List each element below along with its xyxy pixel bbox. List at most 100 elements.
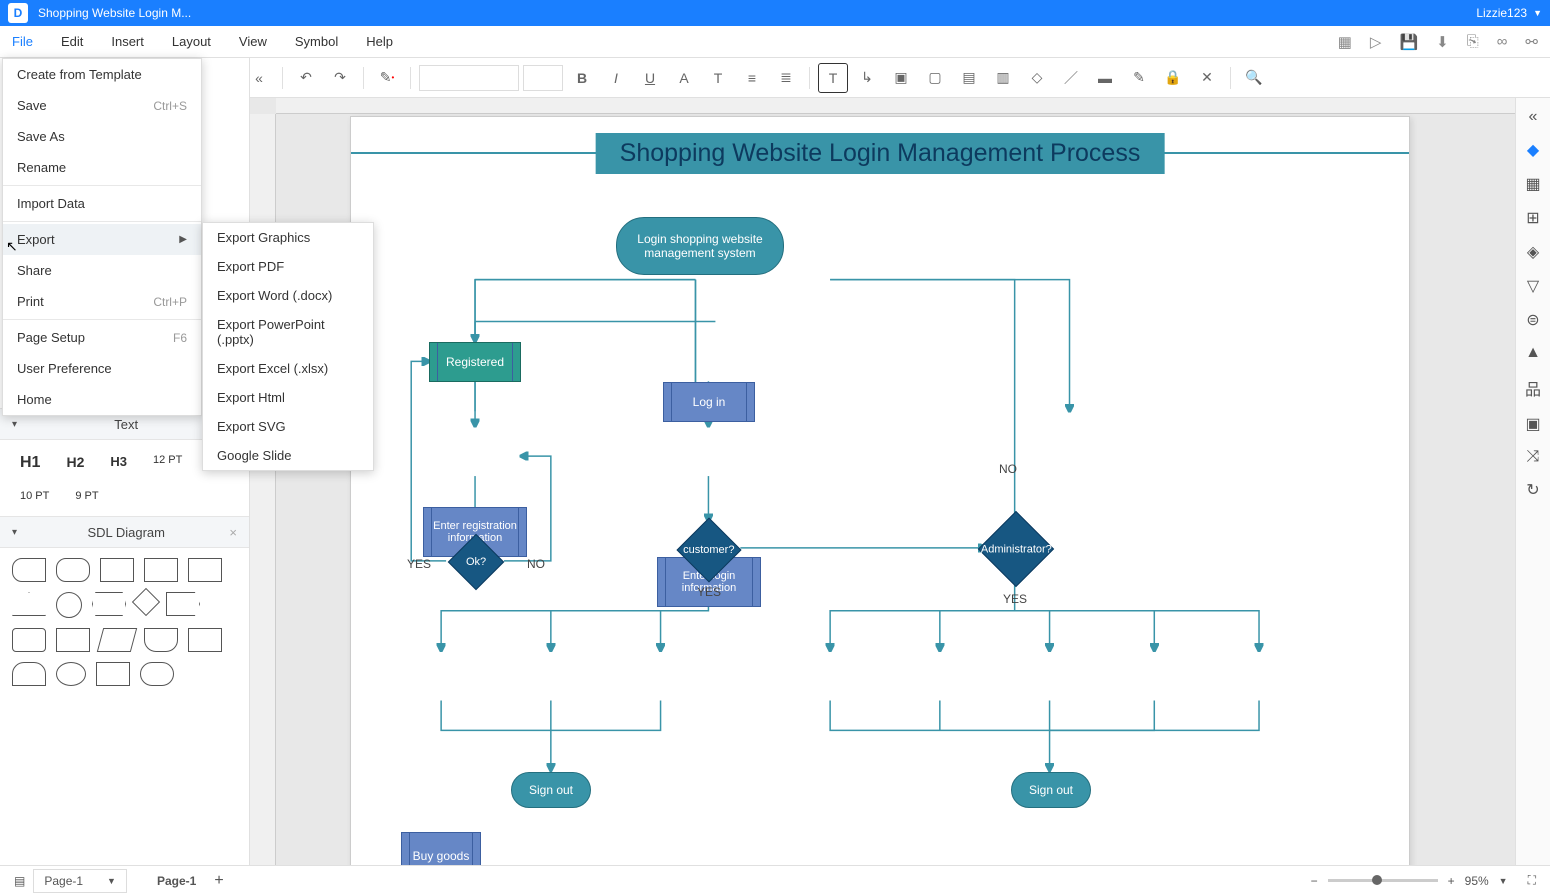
- sdl-shape[interactable]: [166, 592, 200, 616]
- zoom-out-icon[interactable]: −: [1311, 874, 1318, 888]
- active-page-tab[interactable]: Page-1: [157, 874, 196, 888]
- share-icon[interactable]: ∞: [1497, 33, 1508, 51]
- sdl-panel-header[interactable]: SDL Diagram×: [0, 516, 249, 548]
- sdl-shape[interactable]: [132, 588, 160, 616]
- export-svg[interactable]: Export SVG: [203, 412, 373, 441]
- menu-save-as[interactable]: Save As: [3, 121, 201, 152]
- zoom-slider[interactable]: [1328, 879, 1438, 882]
- menu-edit[interactable]: Edit: [61, 34, 83, 49]
- close-icon[interactable]: ×: [229, 525, 237, 540]
- node-login[interactable]: Log in: [663, 382, 755, 422]
- p10-style[interactable]: 10 PT: [12, 486, 57, 506]
- underline-icon[interactable]: U: [635, 63, 665, 93]
- size-combo[interactable]: [523, 65, 563, 91]
- italic-icon[interactable]: I: [601, 63, 631, 93]
- history-icon[interactable]: ↻: [1526, 480, 1539, 500]
- search-icon[interactable]: 🔍: [1239, 63, 1269, 93]
- layer-icon[interactable]: ▤: [954, 63, 984, 93]
- bold-icon[interactable]: B: [567, 63, 597, 93]
- panel-icon[interactable]: ▣: [1525, 414, 1540, 434]
- save-icon[interactable]: 💾: [1399, 33, 1418, 51]
- canvas-area[interactable]: Shopping Website Login Management Proces…: [250, 98, 1515, 865]
- style-icon[interactable]: ◆: [1527, 140, 1539, 160]
- connector-icon[interactable]: ↳: [852, 63, 882, 93]
- user-dropdown-icon[interactable]: ▼: [1533, 8, 1542, 18]
- sdl-shape[interactable]: [12, 592, 46, 616]
- sdl-shape[interactable]: [12, 558, 46, 582]
- sdl-shape[interactable]: [56, 628, 90, 652]
- shadow-icon[interactable]: ▬: [1090, 63, 1120, 93]
- menu-rename[interactable]: Rename: [3, 152, 201, 183]
- menu-help[interactable]: Help: [366, 34, 393, 49]
- distribute-icon[interactable]: ▥: [988, 63, 1018, 93]
- format-painter-icon[interactable]: ✎•: [372, 63, 402, 93]
- canvas-page[interactable]: Shopping Website Login Management Proces…: [350, 116, 1410, 865]
- export-graphics[interactable]: Export Graphics: [203, 223, 373, 252]
- sdl-shape[interactable]: [188, 558, 222, 582]
- node-signout-2[interactable]: Sign out: [1011, 772, 1091, 808]
- p9-style[interactable]: 9 PT: [67, 486, 106, 506]
- menu-share[interactable]: Share: [3, 255, 201, 286]
- fullscreen-icon[interactable]: ⛶: [1528, 873, 1536, 888]
- sdl-shape[interactable]: [96, 662, 130, 686]
- export-google-slide[interactable]: Google Slide: [203, 441, 373, 470]
- image-icon[interactable]: ▲: [1525, 344, 1541, 362]
- collab-icon[interactable]: ⚯: [1525, 33, 1538, 51]
- h1-style[interactable]: H1: [12, 450, 48, 476]
- download-icon[interactable]: ⬇: [1436, 33, 1449, 51]
- sdl-shape[interactable]: [97, 628, 137, 652]
- menu-page-setup[interactable]: Page SetupF6: [3, 322, 201, 353]
- export-excel[interactable]: Export Excel (.xlsx): [203, 354, 373, 383]
- sdl-shape[interactable]: [144, 628, 178, 652]
- text-color-icon[interactable]: A: [669, 63, 699, 93]
- zoom-value[interactable]: 95%: [1465, 874, 1489, 888]
- menu-layout[interactable]: Layout: [172, 34, 211, 49]
- external-icon[interactable]: ⎘: [1467, 33, 1479, 51]
- collapse-right-icon[interactable]: «: [1529, 108, 1538, 126]
- sdl-shape[interactable]: [100, 558, 134, 582]
- menu-export[interactable]: Export▶: [3, 224, 201, 255]
- diagram-title[interactable]: Shopping Website Login Management Proces…: [596, 133, 1165, 174]
- ungroup-icon[interactable]: ▢: [920, 63, 950, 93]
- sdl-shape[interactable]: [56, 558, 90, 582]
- p12-style[interactable]: 12 PT: [145, 450, 190, 476]
- sdl-shape[interactable]: [144, 558, 178, 582]
- menu-print[interactable]: PrintCtrl+P: [3, 286, 201, 317]
- sdl-shape[interactable]: [56, 662, 86, 686]
- node-signout-1[interactable]: Sign out: [511, 772, 591, 808]
- h2-style[interactable]: H2: [58, 450, 92, 476]
- add-page-icon[interactable]: +: [214, 872, 223, 890]
- data-icon[interactable]: ⊜: [1526, 310, 1539, 330]
- undo-icon[interactable]: ↶: [291, 63, 321, 93]
- sdl-shape[interactable]: [92, 592, 126, 616]
- menu-insert[interactable]: Insert: [111, 34, 144, 49]
- node-login-system[interactable]: Login shopping website management system: [616, 217, 784, 275]
- user-name[interactable]: Lizzie123: [1476, 6, 1527, 20]
- menu-view[interactable]: View: [239, 34, 267, 49]
- export-word[interactable]: Export Word (.docx): [203, 281, 373, 310]
- align-icon[interactable]: ≡: [737, 63, 767, 93]
- text-tool-icon[interactable]: T: [818, 63, 848, 93]
- edit-icon[interactable]: ✎: [1124, 63, 1154, 93]
- tools-icon[interactable]: ✕: [1192, 63, 1222, 93]
- menu-file[interactable]: File: [12, 34, 33, 49]
- node-buy[interactable]: Buy goods: [401, 832, 481, 865]
- grid-icon[interactable]: ⊞: [1526, 208, 1539, 228]
- text-format-icon[interactable]: T: [703, 63, 733, 93]
- redo-icon[interactable]: ↷: [325, 63, 355, 93]
- present-icon[interactable]: ▦: [1338, 33, 1352, 51]
- fill-icon[interactable]: ◇: [1022, 63, 1052, 93]
- export-powerpoint[interactable]: Export PowerPoint (.pptx): [203, 310, 373, 354]
- menu-import-data[interactable]: Import Data: [3, 188, 201, 219]
- zoom-in-icon[interactable]: +: [1448, 874, 1455, 888]
- node-registered[interactable]: Registered: [429, 342, 521, 382]
- menu-user-preference[interactable]: User Preference: [3, 353, 201, 384]
- menu-create-template[interactable]: Create from Template: [3, 59, 201, 90]
- sdl-shape[interactable]: [188, 628, 222, 652]
- font-combo[interactable]: [419, 65, 519, 91]
- comment-icon[interactable]: ▽: [1527, 276, 1539, 296]
- sdl-shape[interactable]: [12, 628, 46, 652]
- node-admin[interactable]: Administrator?: [978, 511, 1054, 587]
- lock-icon[interactable]: 🔒: [1158, 63, 1188, 93]
- shuffle-icon[interactable]: ⤨: [1527, 448, 1540, 466]
